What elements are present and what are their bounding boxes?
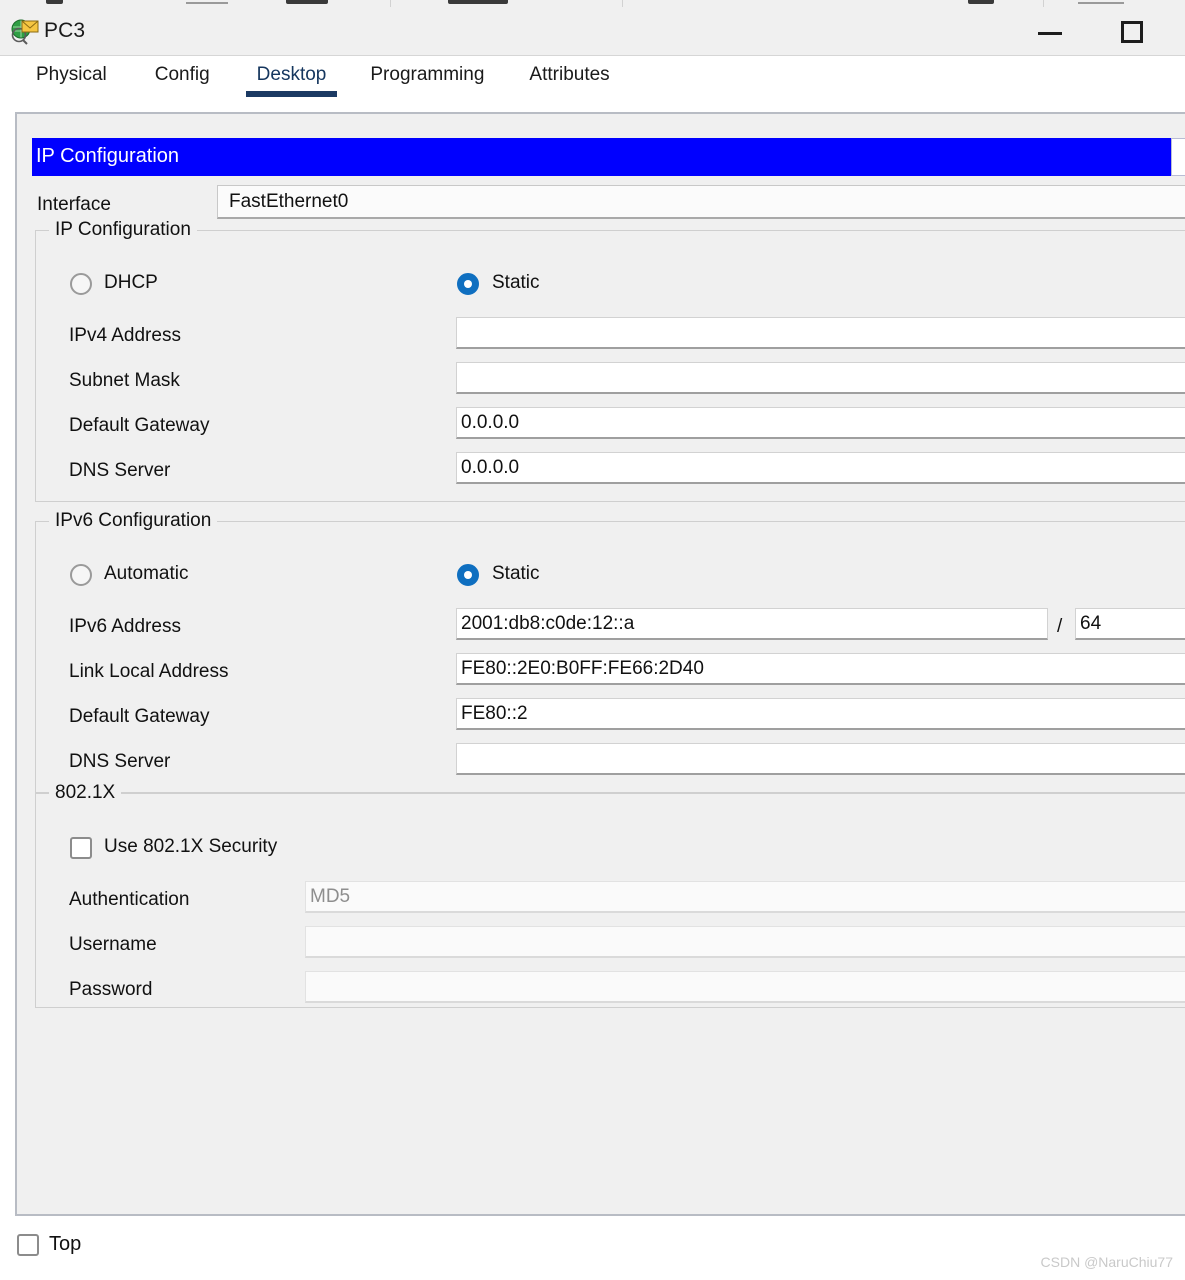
ipv6-dns-label: DNS Server — [69, 751, 170, 773]
ipv4-gateway-value: 0.0.0.0 — [461, 412, 519, 434]
ipv6-gateway-value: FE80::2 — [461, 703, 528, 725]
ipv4-dns-label: DNS Server — [69, 460, 170, 482]
ipv6-address-input[interactable]: 2001:db8:c0de:12::a — [456, 608, 1048, 640]
ipv6-prefix-value: 64 — [1080, 613, 1101, 635]
radio-dhcp-label: DHCP — [104, 272, 158, 294]
toolbar-icon-6 — [1078, 2, 1124, 4]
dot1x-group-legend: 802.1X — [49, 782, 121, 804]
checkbox-use-8021x-security[interactable] — [70, 837, 92, 859]
interface-label: Interface — [37, 194, 111, 216]
interface-value: FastEthernet0 — [229, 191, 348, 213]
maximize-icon — [1121, 21, 1143, 43]
minimize-button[interactable] — [1028, 13, 1074, 51]
ipv6-prefix-input[interactable]: 64 — [1075, 608, 1185, 640]
dot1x-group: 802.1X Use 802.1X Security Authenticatio… — [35, 793, 1185, 1008]
toolbar-separator-3 — [1043, 0, 1044, 7]
password-label: Password — [69, 979, 152, 1001]
maximize-button[interactable] — [1110, 13, 1156, 51]
window-titlebar: PC3 — [0, 7, 1185, 56]
radio-ipv6-automatic-label: Automatic — [104, 563, 188, 585]
ipv6-address-label: IPv6 Address — [69, 616, 181, 638]
radio-ipv6-static-label: Static — [492, 563, 540, 585]
ip-configuration-header-tail[interactable] — [1171, 138, 1185, 176]
subnet-mask-label: Subnet Mask — [69, 370, 180, 392]
checkbox-use-8021x-security-label: Use 802.1X Security — [104, 836, 277, 858]
ipv4-configuration-group: IP Configuration DHCP Static IPv4 Addres… — [35, 230, 1185, 502]
ipv6-configuration-group: IPv6 Configuration Automatic Static IPv6… — [35, 521, 1185, 793]
packet-tracer-inspect-icon — [10, 18, 40, 46]
ipv6-link-local-value: FE80::2E0:B0FF:FE66:2D40 — [461, 658, 704, 680]
toolbar-icon-5 — [968, 0, 994, 4]
ipv6-link-local-input[interactable]: FE80::2E0:B0FF:FE66:2D40 — [456, 653, 1185, 685]
interface-select[interactable]: FastEthernet0 — [217, 185, 1185, 219]
authentication-value: MD5 — [310, 886, 350, 908]
toolbar-icon-4 — [448, 0, 508, 4]
window-title: PC3 — [44, 19, 85, 43]
ipv4-dns-input[interactable]: 0.0.0.0 — [456, 452, 1185, 484]
radio-ipv4-static-label: Static — [492, 272, 540, 294]
ipv6-prefix-separator: / — [1057, 616, 1062, 638]
ip-configuration-panel: IP Configuration Interface FastEthernet0… — [15, 112, 1185, 1216]
toolbar-icon-3 — [286, 0, 328, 4]
radio-ipv6-automatic[interactable] — [70, 564, 92, 586]
watermark: CSDN @NaruChiu77 — [1041, 1254, 1173, 1270]
checkbox-top-label: Top — [49, 1233, 81, 1256]
tab-attributes[interactable]: Attributes — [529, 64, 609, 97]
toolbar-separator-1 — [390, 0, 391, 7]
checkbox-top[interactable] — [17, 1234, 39, 1256]
radio-ipv6-static[interactable] — [457, 564, 479, 586]
ipv6-gateway-label: Default Gateway — [69, 706, 209, 728]
authentication-select[interactable]: MD5 — [305, 881, 1185, 913]
ipv6-link-local-label: Link Local Address — [69, 661, 229, 683]
ipv4-gateway-label: Default Gateway — [69, 415, 209, 437]
ipv4-address-input[interactable] — [456, 317, 1185, 349]
tab-config[interactable]: Config — [155, 64, 210, 97]
ipv4-dns-value: 0.0.0.0 — [461, 457, 519, 479]
ipv6-dns-input[interactable] — [456, 743, 1185, 775]
tab-bar: Physical Config Desktop Programming Attr… — [14, 56, 644, 97]
ipv4-gateway-input[interactable]: 0.0.0.0 — [456, 407, 1185, 439]
radio-dhcp[interactable] — [70, 273, 92, 295]
toolbar-icon-1 — [46, 0, 63, 4]
ip-configuration-header-title: IP Configuration — [36, 145, 179, 168]
tab-programming[interactable]: Programming — [370, 64, 484, 97]
ipv6-gateway-input[interactable]: FE80::2 — [456, 698, 1185, 730]
ipv6-address-value: 2001:db8:c0de:12::a — [461, 613, 634, 635]
tab-physical[interactable]: Physical — [36, 64, 107, 97]
username-input[interactable] — [305, 926, 1185, 958]
ipv6-group-legend: IPv6 Configuration — [49, 510, 217, 532]
subnet-mask-input[interactable] — [456, 362, 1185, 394]
username-label: Username — [69, 934, 157, 956]
toolbar-icon-2 — [186, 2, 228, 4]
radio-ipv4-static[interactable] — [457, 273, 479, 295]
ipv4-address-label: IPv4 Address — [69, 325, 181, 347]
ipv4-group-legend: IP Configuration — [49, 219, 197, 241]
minimize-icon — [1038, 32, 1062, 35]
authentication-label: Authentication — [69, 889, 189, 911]
password-input[interactable] — [305, 971, 1185, 1003]
toolbar-separator-2 — [622, 0, 623, 7]
tab-desktop[interactable]: Desktop — [257, 64, 327, 97]
ip-configuration-header: IP Configuration — [32, 138, 1171, 176]
